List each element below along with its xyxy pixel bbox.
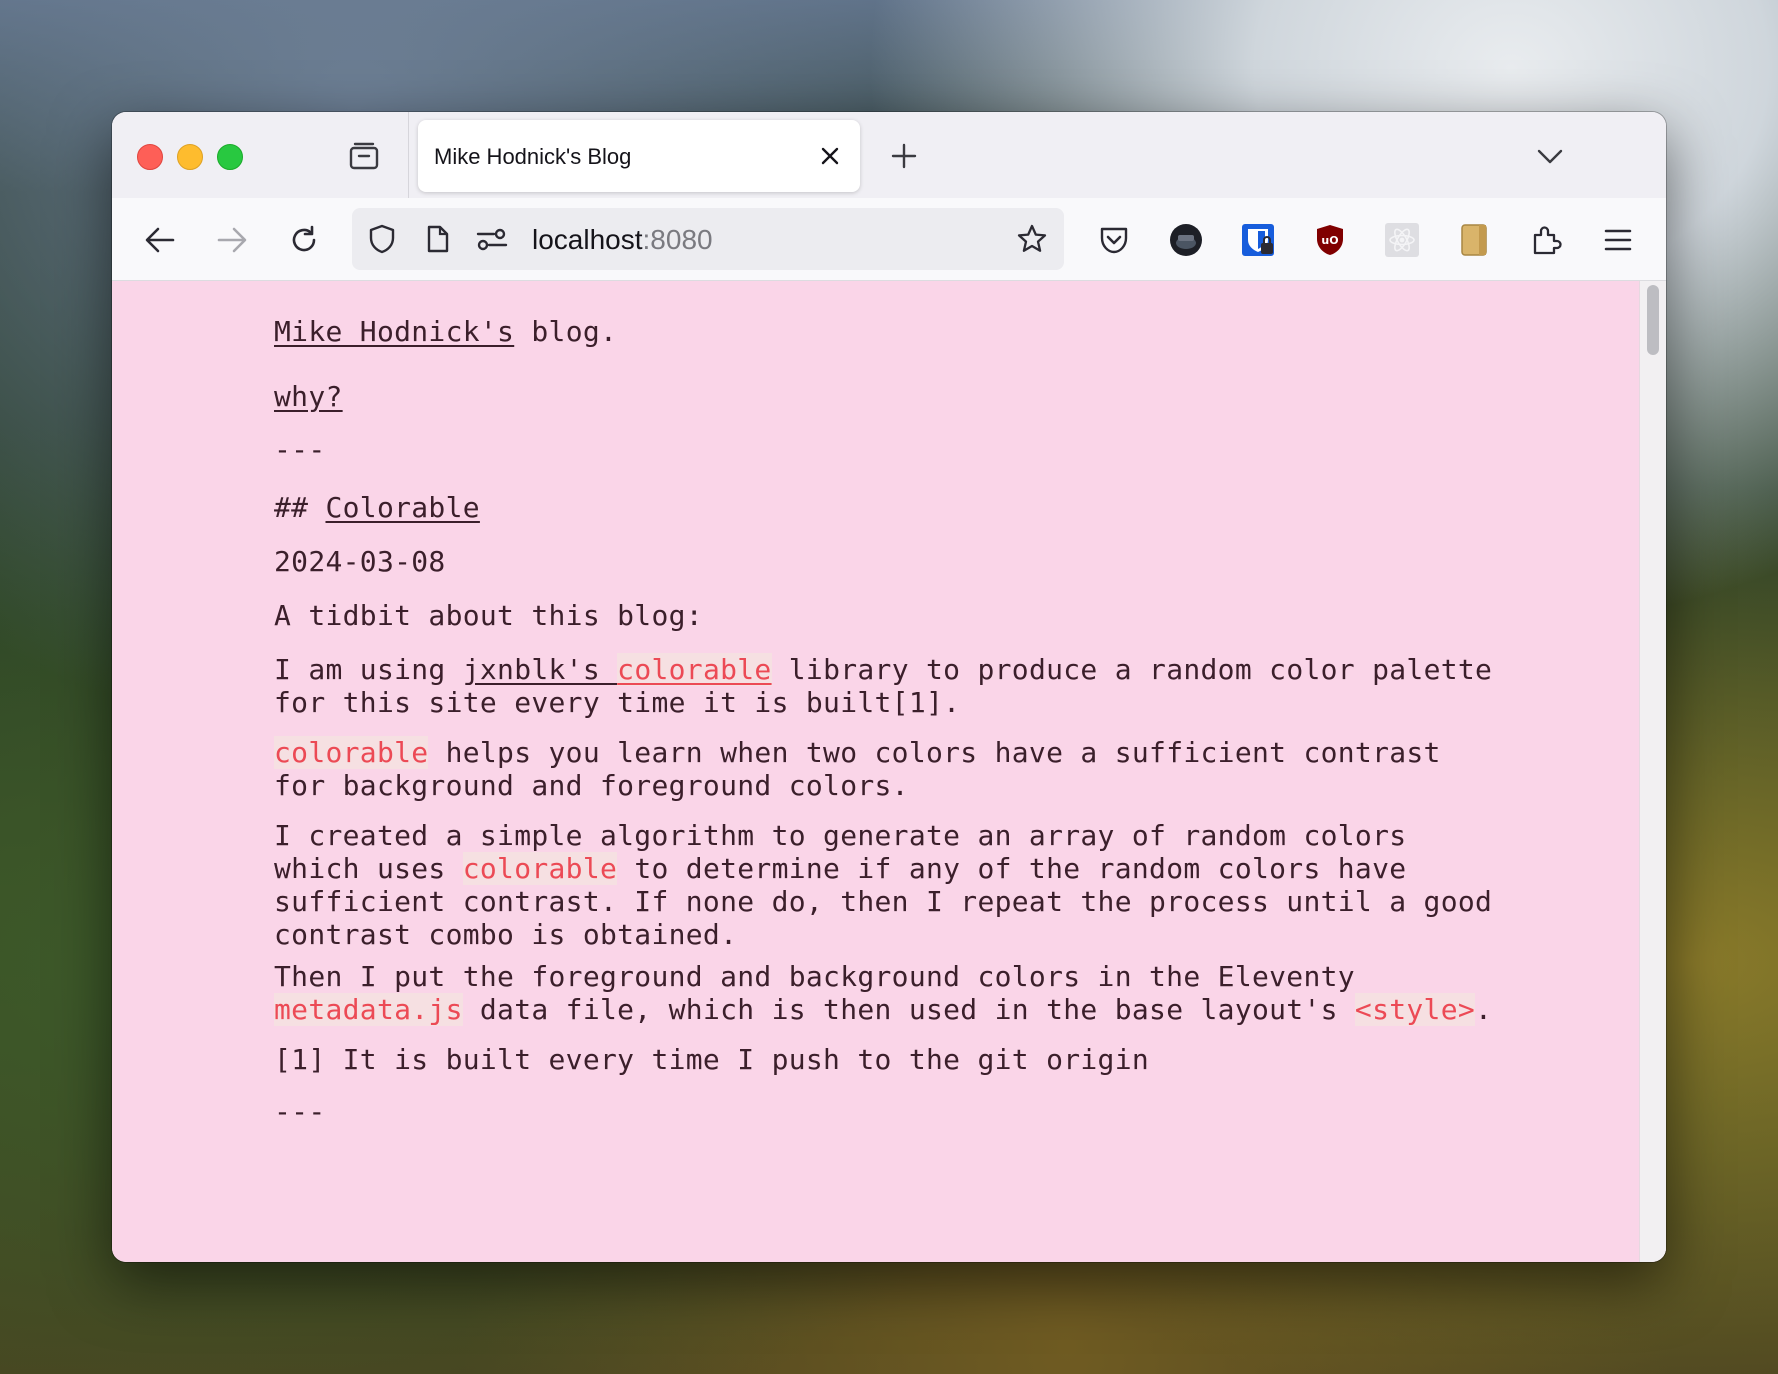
url-host: localhost [532, 224, 643, 255]
p4-text-a: Then I put the foreground and background… [274, 960, 1355, 993]
avatar-icon[interactable] [1166, 220, 1206, 260]
forward-arrow-icon[interactable] [210, 218, 254, 262]
inline-code: colorable [462, 852, 618, 885]
inline-code: metadata.js [274, 993, 463, 1026]
paragraph-2: colorable helps you learn when two color… [274, 736, 1504, 802]
site-header-suffix: blog. [514, 315, 618, 348]
address-bar[interactable]: localhost:8080 [352, 208, 1064, 270]
hamburger-menu-icon[interactable] [1598, 220, 1638, 260]
post-heading: ## Colorable [274, 491, 1504, 524]
tab-view-icon[interactable] [344, 136, 384, 176]
close-window-button[interactable] [137, 144, 163, 170]
svg-text:uO: uO [1321, 234, 1338, 247]
url-port: :8080 [642, 224, 713, 255]
shield-icon[interactable] [366, 223, 398, 255]
close-icon[interactable] [816, 142, 844, 170]
tab-separator [408, 112, 409, 198]
site-home-link[interactable]: Mike Hodnick's [274, 315, 514, 348]
p4-text-c: . [1475, 993, 1493, 1026]
tab-active[interactable]: Mike Hodnick's Blog [418, 120, 860, 192]
post-intro: A tidbit about this blog: [274, 599, 703, 632]
link-space [600, 653, 617, 686]
bitwarden-icon[interactable] [1238, 220, 1278, 260]
browser-window: Mike Hodnick's Blog localhost:8080 uO Mi… [112, 112, 1666, 1262]
horizontal-rule: --- [274, 433, 326, 466]
paragraph-1: I am using jxnblk's colorable library to… [274, 653, 1504, 719]
site-settings-icon[interactable] [476, 223, 508, 255]
back-arrow-icon[interactable] [138, 218, 182, 262]
page-content: Mike Hodnick's blog. why? --- ## Colorab… [112, 281, 1666, 1262]
ublock-icon[interactable]: uO [1310, 220, 1350, 260]
minimize-window-button[interactable] [177, 144, 203, 170]
footnote: [1] It is built every time I push to the… [274, 1043, 1150, 1076]
p1-text-a: I am using [274, 653, 463, 686]
heading-prefix: ## [274, 491, 326, 524]
navigation-toolbar: localhost:8080 uO [112, 198, 1666, 281]
notebook-icon[interactable] [1454, 220, 1494, 260]
plus-icon[interactable] [886, 138, 922, 174]
inline-code: <style> [1354, 993, 1476, 1026]
why-link[interactable]: why? [274, 380, 343, 413]
scrollbar-thumb[interactable] [1647, 285, 1659, 355]
author-link[interactable]: jxnblk's [463, 653, 600, 686]
puzzle-icon[interactable] [1526, 220, 1566, 260]
horizontal-rule: --- [274, 1095, 326, 1128]
p2-text: helps you learn when two colors have a s… [274, 736, 1441, 802]
colorable-link[interactable]: colorable [617, 653, 772, 686]
chevron-down-icon[interactable] [1532, 138, 1568, 174]
post-title-link[interactable]: Colorable [325, 491, 479, 524]
inline-code: colorable [274, 736, 429, 769]
pocket-icon[interactable] [1094, 220, 1134, 260]
p4-text-b: data file, which is then used in the bas… [462, 993, 1355, 1026]
post-date: 2024-03-08 [274, 545, 446, 578]
zoom-window-button[interactable] [217, 144, 243, 170]
why-line: why? [274, 380, 1504, 413]
tab-bar: Mike Hodnick's Blog [112, 112, 1666, 198]
url-text[interactable]: localhost:8080 [532, 224, 713, 256]
page-icon[interactable] [422, 223, 454, 255]
paragraph-3: I created a simple algorithm to generate… [274, 819, 1504, 951]
reload-icon[interactable] [282, 218, 326, 262]
paragraph-4: Then I put the foreground and background… [274, 960, 1504, 1026]
vertical-scrollbar[interactable] [1639, 281, 1666, 1262]
star-icon[interactable] [1016, 223, 1048, 255]
react-devtools-icon[interactable] [1382, 220, 1422, 260]
site-header: Mike Hodnick's blog. [274, 315, 1504, 348]
tab-title: Mike Hodnick's Blog [434, 144, 632, 169]
